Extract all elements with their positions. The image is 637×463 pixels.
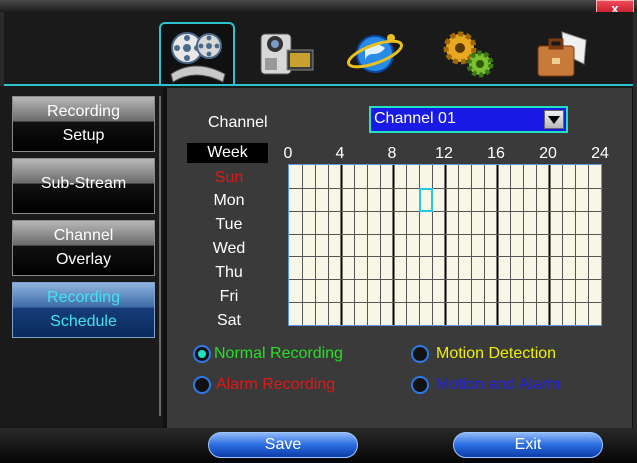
motion-and-alarm-radio[interactable]: [411, 376, 429, 394]
sidebar-item-label: Setup: [62, 127, 105, 144]
sidebar-item-label: Recording: [47, 289, 120, 306]
title-bar: [0, 0, 637, 12]
sidebar-item-label: Channel: [53, 227, 114, 244]
sidebar-item-label: Schedule: [50, 313, 117, 330]
briefcase-icon[interactable]: [528, 24, 592, 84]
motion-and-alarm-label: Motion and Alarm: [436, 376, 561, 393]
day-label-sat: Sat: [216, 312, 241, 329]
hour-label: 12: [435, 145, 453, 162]
channel-label: Channel: [208, 114, 268, 131]
hour-label: 8: [387, 145, 397, 162]
channel-select[interactable]: Channel 01: [369, 106, 568, 133]
network-globe-icon[interactable]: [343, 24, 407, 84]
sidebar-item-label: Overlay: [55, 251, 112, 268]
sidebar-item-label: Recording: [47, 103, 120, 120]
hour-label: 16: [487, 145, 505, 162]
normal-recording-label: Normal Recording: [214, 345, 343, 362]
motion-detection-label: Motion Detection: [436, 345, 557, 362]
sidebar-item-recording-schedule[interactable]: Recording Schedule: [12, 282, 155, 338]
channel-select-value: Channel 01: [374, 110, 456, 127]
day-label-fri: Fri: [219, 288, 239, 305]
alarm-recording-radio[interactable]: [193, 376, 211, 394]
film-reel-icon[interactable]: [165, 24, 229, 84]
camcorder-icon[interactable]: [253, 24, 317, 84]
schedule-grid[interactable]: [288, 164, 602, 326]
day-label-wed: Wed: [212, 240, 246, 257]
day-label-sun: Sun: [214, 169, 244, 186]
gears-icon[interactable]: [436, 24, 500, 84]
exit-button[interactable]: Exit: [453, 432, 603, 458]
sidebar-item-channel-overlay[interactable]: Channel Overlay: [12, 220, 155, 276]
sidebar-item-sub-stream[interactable]: Sub-Stream: [12, 158, 155, 214]
hour-label: 4: [335, 145, 345, 162]
day-label-thu: Thu: [215, 264, 243, 281]
alarm-recording-label: Alarm Recording: [216, 376, 336, 393]
hour-label: 24: [591, 145, 609, 162]
hour-label: 20: [539, 145, 557, 162]
week-header: Week: [187, 143, 268, 163]
sidebar-divider: [159, 96, 161, 416]
frame-right: [633, 12, 637, 463]
dvr-window: x Recording Setup Sub-Stream Channel Ove…: [0, 0, 637, 463]
sidebar-item-label: Sub-Stream: [40, 175, 127, 192]
selected-grid-cell[interactable]: [419, 188, 433, 212]
day-label-tue: Tue: [215, 216, 243, 233]
save-button[interactable]: Save: [208, 432, 358, 458]
normal-recording-radio[interactable]: [193, 345, 211, 363]
motion-detection-radio[interactable]: [411, 345, 429, 363]
day-label-mon: Mon: [213, 192, 245, 209]
chevron-down-icon[interactable]: [544, 110, 564, 129]
sidebar-item-recording-setup[interactable]: Recording Setup: [12, 96, 155, 152]
hour-label: 0: [283, 145, 293, 162]
